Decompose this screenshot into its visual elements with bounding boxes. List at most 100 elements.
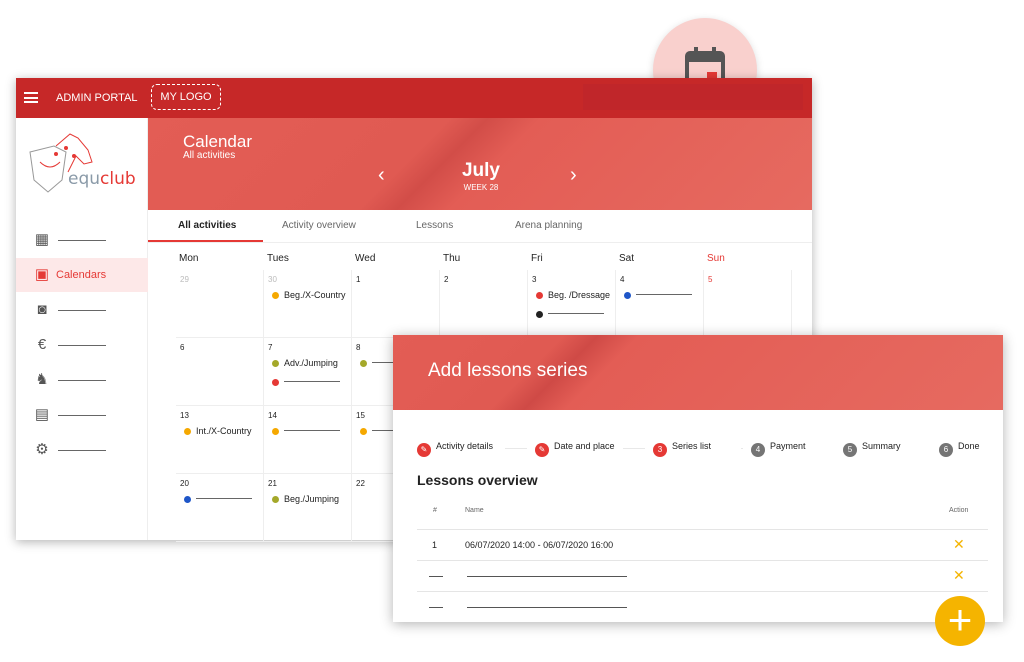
- day-number: 1: [356, 275, 361, 284]
- event-dot: [272, 496, 279, 503]
- calendar-event[interactable]: Int./X-Country: [184, 426, 252, 436]
- sidebar-item-calendars[interactable]: ▣ Calendars: [16, 258, 148, 292]
- day-number: 4: [620, 275, 625, 284]
- step-number: 3: [653, 443, 667, 457]
- event-label: Int./X-Country: [196, 426, 252, 436]
- remove-icon[interactable]: ✕: [953, 567, 965, 584]
- event-dot: [624, 292, 631, 299]
- event-dot: [272, 379, 279, 386]
- sidebar-item-settings[interactable]: ⚙: [16, 433, 148, 467]
- calendar-event[interactable]: Beg./Jumping: [272, 494, 339, 504]
- day-header: Tues: [267, 253, 289, 264]
- day-number: 15: [356, 411, 365, 420]
- step-number: 4: [751, 443, 765, 457]
- week-label: WEEK 28: [463, 183, 499, 192]
- day-number: 22: [356, 479, 365, 488]
- day-header: Mon: [179, 253, 199, 264]
- dialog-header: Add lessons series: [393, 335, 1003, 410]
- step-number: ✎: [535, 443, 549, 457]
- event-dot: [272, 360, 279, 367]
- stepper-step[interactable]: ✎ Activity details: [417, 441, 493, 457]
- calendar-event[interactable]: Beg./X-Country: [272, 290, 346, 300]
- calendar-day-cell[interactable]: 3 Beg. /Dressage: [528, 270, 616, 338]
- calendar-day-cell[interactable]: 2: [440, 270, 528, 338]
- calendar-icon: ▣: [34, 266, 50, 283]
- sidebar-item-finance[interactable]: €: [16, 328, 148, 362]
- add-button[interactable]: +: [935, 596, 985, 646]
- stepper-step[interactable]: 4 Payment: [751, 441, 806, 457]
- calendar-tabs: All activities Activity overview Lessons…: [148, 210, 812, 243]
- stepper-step[interactable]: 6 Done: [939, 441, 980, 457]
- day-number: 5: [708, 275, 713, 284]
- stepper-step[interactable]: 5 Summary: [843, 441, 901, 457]
- tab-all-activities[interactable]: All activities: [178, 220, 236, 231]
- sidebar-item-contacts[interactable]: ◙: [16, 293, 148, 327]
- step-number: 5: [843, 443, 857, 457]
- calendar-event[interactable]: [272, 426, 340, 436]
- step-label: Done: [958, 441, 980, 451]
- event-dot: [360, 428, 367, 435]
- event-dot: [536, 292, 543, 299]
- step-label: Date and place: [554, 441, 615, 451]
- calendar-event[interactable]: [536, 309, 604, 319]
- calendar-day-cell[interactable]: 5: [704, 270, 792, 338]
- calendar-day-cell[interactable]: 30 Beg./X-Country: [264, 270, 352, 338]
- calendar-day-cell[interactable]: 13 Int./X-Country: [176, 406, 264, 474]
- active-tab-indicator: [148, 240, 263, 242]
- tab-lessons[interactable]: Lessons: [416, 220, 453, 231]
- row-num: 1: [432, 540, 438, 550]
- section-title: Lessons overview: [417, 472, 538, 488]
- calendar-event[interactable]: [272, 377, 340, 387]
- event-dot: [272, 292, 279, 299]
- sidebar-item-tasks[interactable]: ▤: [16, 398, 148, 432]
- stepper-step[interactable]: 3 Series list: [653, 441, 711, 457]
- table-row: [417, 591, 988, 622]
- app-title: ADMIN PORTAL: [56, 92, 138, 104]
- gear-icon: ⚙: [35, 441, 49, 458]
- calendar-day-cell[interactable]: 7 Adv./Jumping: [264, 338, 352, 406]
- search-bar[interactable]: [583, 84, 803, 110]
- event-label: Adv./Jumping: [284, 358, 338, 368]
- tab-activity-overview[interactable]: Activity overview: [282, 220, 356, 231]
- event-label: Beg./X-Country: [284, 290, 346, 300]
- day-number: 20: [180, 479, 189, 488]
- event-label: Beg./Jumping: [284, 494, 340, 504]
- tab-arena-planning[interactable]: Arena planning: [515, 220, 582, 231]
- calendar-day-cell[interactable]: 29: [176, 270, 264, 338]
- calendar-day-cell[interactable]: 20: [176, 474, 264, 542]
- calendar-day-cell[interactable]: 4: [616, 270, 704, 338]
- next-week-button[interactable]: ›: [570, 164, 577, 187]
- calendar-event[interactable]: [184, 494, 252, 504]
- add-lessons-dialog: Add lessons series Lessons overview # Na…: [393, 335, 1003, 622]
- step-label: Series list: [672, 441, 712, 451]
- day-header: Sat: [619, 253, 635, 264]
- sidebar-item-dashboard[interactable]: ▦: [16, 223, 148, 257]
- calendar-day-cell[interactable]: 14: [264, 406, 352, 474]
- sidebar-item-horses[interactable]: ♞: [16, 363, 148, 397]
- calendar-event[interactable]: Beg. /Dressage: [536, 290, 610, 300]
- top-bar: ADMIN PORTAL MY LOGO: [16, 78, 812, 118]
- page-title: Calendar: [183, 132, 252, 151]
- euro-icon: €: [37, 336, 47, 353]
- calendar-day-cell[interactable]: 21 Beg./Jumping: [264, 474, 352, 542]
- step-number: 6: [939, 443, 953, 457]
- clipboard-icon: ▤: [34, 406, 50, 423]
- calendar-day-cell[interactable]: 1: [352, 270, 440, 338]
- day-number: 2: [444, 275, 449, 284]
- day-number: 3: [532, 275, 537, 284]
- calendar-event[interactable]: Adv./Jumping: [272, 358, 338, 368]
- menu-icon[interactable]: [24, 92, 38, 103]
- event-dot: [536, 311, 543, 318]
- day-header: Thu: [443, 253, 461, 264]
- day-number: 6: [180, 343, 185, 352]
- table-row: ✕: [417, 560, 988, 591]
- calendar-event[interactable]: [624, 290, 692, 300]
- calendar-day-cell[interactable]: 6: [176, 338, 264, 406]
- day-number: 14: [268, 411, 277, 420]
- stepper-step[interactable]: ✎ Date and place: [535, 441, 615, 457]
- remove-icon[interactable]: ✕: [953, 536, 965, 553]
- calendar-header: Calendar All activities ‹ July WEEK 28 ›: [148, 118, 812, 210]
- logo-placeholder: MY LOGO: [151, 84, 221, 110]
- prev-week-button[interactable]: ‹: [378, 164, 385, 187]
- page-subtitle: All activities: [183, 150, 236, 161]
